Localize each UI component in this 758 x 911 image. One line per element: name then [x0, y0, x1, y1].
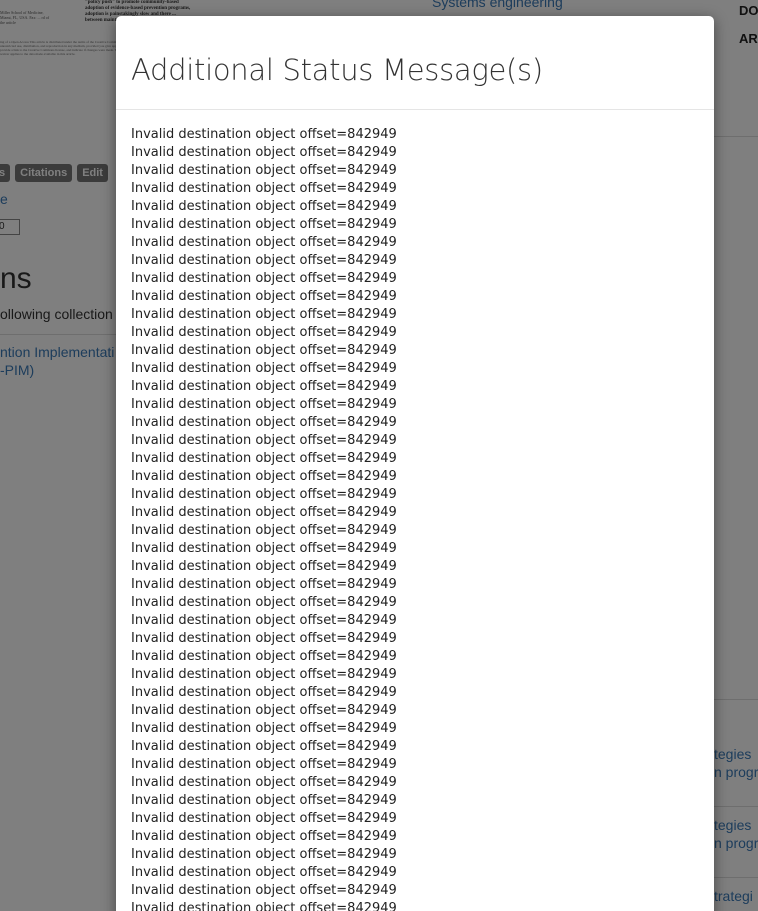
status-message: Invalid destination object offset=842949 — [131, 739, 397, 754]
status-message: Invalid destination object offset=842949 — [131, 541, 397, 556]
status-message: Invalid destination object offset=842949 — [131, 865, 397, 880]
status-message: Invalid destination object offset=842949 — [131, 577, 397, 592]
status-message: Invalid destination object offset=842949 — [131, 523, 397, 538]
status-message: Invalid destination object offset=842949 — [131, 361, 397, 376]
status-message: Invalid destination object offset=842949 — [131, 181, 397, 196]
status-message: Invalid destination object offset=842949 — [131, 775, 397, 790]
status-message: Invalid destination object offset=842949 — [131, 433, 397, 448]
modal-title: Additional Status Message(s) — [131, 53, 543, 87]
status-message: Invalid destination object offset=842949 — [131, 451, 397, 466]
status-message: Invalid destination object offset=842949 — [131, 253, 397, 268]
status-message-list: Invalid destination object offset=842949… — [131, 126, 699, 911]
status-message: Invalid destination object offset=842949 — [131, 505, 397, 520]
status-message: Invalid destination object offset=842949 — [131, 487, 397, 502]
status-message: Invalid destination object offset=842949 — [131, 415, 397, 430]
status-message: Invalid destination object offset=842949 — [131, 757, 397, 772]
status-message: Invalid destination object offset=842949 — [131, 811, 397, 826]
status-message: Invalid destination object offset=842949 — [131, 685, 397, 700]
status-message: Invalid destination object offset=842949 — [131, 343, 397, 358]
status-message: Invalid destination object offset=842949 — [131, 883, 397, 898]
status-message: Invalid destination object offset=842949 — [131, 271, 397, 286]
status-message: Invalid destination object offset=842949 — [131, 901, 397, 911]
status-message: Invalid destination object offset=842949 — [131, 307, 397, 322]
status-messages-modal: Additional Status Message(s) Invalid des… — [116, 16, 714, 911]
status-message: Invalid destination object offset=842949 — [131, 379, 397, 394]
status-message: Invalid destination object offset=842949 — [131, 847, 397, 862]
status-message: Invalid destination object offset=842949 — [131, 325, 397, 340]
status-message: Invalid destination object offset=842949 — [131, 235, 397, 250]
modal-body: Invalid destination object offset=842949… — [131, 126, 699, 911]
status-message: Invalid destination object offset=842949 — [131, 703, 397, 718]
status-message: Invalid destination object offset=842949 — [131, 163, 397, 178]
status-message: Invalid destination object offset=842949 — [131, 613, 397, 628]
status-message: Invalid destination object offset=842949 — [131, 595, 397, 610]
status-message: Invalid destination object offset=842949 — [131, 829, 397, 844]
status-message: Invalid destination object offset=842949 — [131, 559, 397, 574]
status-message: Invalid destination object offset=842949 — [131, 127, 397, 142]
status-message: Invalid destination object offset=842949 — [131, 793, 397, 808]
status-message: Invalid destination object offset=842949 — [131, 145, 397, 160]
browser-viewport: Miller School of Medicine, Miami, FL, US… — [0, 0, 758, 911]
status-message: Invalid destination object offset=842949 — [131, 469, 397, 484]
status-message: Invalid destination object offset=842949 — [131, 721, 397, 736]
status-message: Invalid destination object offset=842949 — [131, 667, 397, 682]
status-message: Invalid destination object offset=842949 — [131, 289, 397, 304]
modal-header: Additional Status Message(s) — [116, 16, 714, 110]
status-message: Invalid destination object offset=842949 — [131, 397, 397, 412]
status-message: Invalid destination object offset=842949 — [131, 631, 397, 646]
status-message: Invalid destination object offset=842949 — [131, 217, 397, 232]
status-message: Invalid destination object offset=842949 — [131, 649, 397, 664]
status-message: Invalid destination object offset=842949 — [131, 199, 397, 214]
